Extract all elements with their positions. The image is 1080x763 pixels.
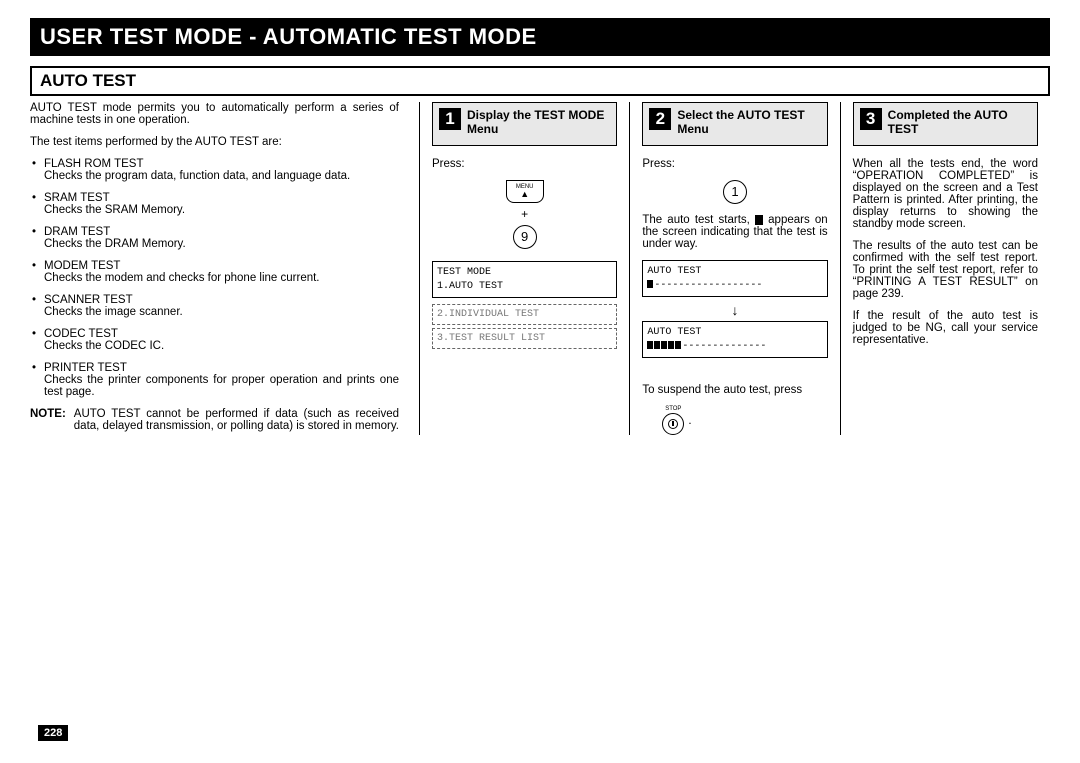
step-number: 3: [860, 108, 882, 130]
page-number: 228: [38, 725, 68, 741]
step-1-body: Press: MENU ▲ + 9 TEST MODE 1.AUTO TEST …: [432, 158, 617, 349]
step-2-column: 2 Select the AUTO TEST Menu Press: 1 The…: [630, 102, 840, 435]
note-body: AUTO TEST cannot be performed if data (s…: [74, 408, 399, 432]
completion-paragraph-1: When all the tests end, the word “OPERAT…: [853, 158, 1038, 230]
period: .: [688, 415, 691, 427]
intro-paragraph-1: AUTO TEST mode permits you to automatica…: [30, 102, 399, 126]
test-desc: Checks the SRAM Memory.: [44, 204, 399, 216]
down-arrow-icon: ↓: [642, 303, 827, 317]
numeric-key-label: 9: [521, 229, 528, 244]
step-title: Select the AUTO TEST Menu: [677, 108, 820, 137]
section-heading-bar: AUTO TEST: [30, 66, 1050, 96]
page-title: USER TEST MODE - AUTOMATIC TEST MODE: [40, 24, 537, 49]
stop-key-label: STOP: [662, 406, 684, 412]
press-label: Press:: [432, 158, 617, 170]
completion-paragraph-3: If the result of the auto test is judged…: [853, 310, 1038, 346]
step-2-header: 2 Select the AUTO TEST Menu: [642, 102, 827, 146]
up-arrow-icon: ▲: [516, 190, 534, 199]
test-desc: Checks the CODEC IC.: [44, 340, 399, 352]
list-item: CODEC TEST Checks the CODEC IC.: [30, 328, 399, 352]
test-name: SRAM TEST: [44, 192, 399, 204]
test-name: SCANNER TEST: [44, 294, 399, 306]
progress-block-icon: [661, 341, 667, 349]
stop-button-icon: [662, 413, 684, 435]
menu-key-icon: MENU ▲: [506, 180, 544, 203]
test-desc: Checks the image scanner.: [44, 306, 399, 318]
step-title: Display the TEST MODE Menu: [467, 108, 610, 137]
press-label: Press:: [642, 158, 827, 170]
lcd-hidden-option: 2.INDIVIDUAL TEST: [432, 304, 617, 325]
step-1-column: 1 Display the TEST MODE Menu Press: MENU…: [420, 102, 630, 435]
plus-sign: +: [432, 207, 617, 221]
test-name: MODEM TEST: [44, 260, 399, 272]
cursor-block-icon: [647, 280, 653, 288]
progress-block-icon: [654, 341, 660, 349]
numeric-key-label: 1: [731, 184, 738, 199]
test-desc: Checks the modem and checks for phone li…: [44, 272, 399, 284]
step-3-column: 3 Completed the AUTO TEST When all the t…: [841, 102, 1050, 435]
note-block: NOTE: AUTO TEST cannot be performed if d…: [30, 408, 399, 432]
lcd-screen: AUTO TEST --------------: [642, 321, 827, 358]
left-column: AUTO TEST mode permits you to automatica…: [30, 102, 420, 435]
step-3-header: 3 Completed the AUTO TEST: [853, 102, 1038, 146]
list-item: MODEM TEST Checks the modem and checks f…: [30, 260, 399, 284]
key-sequence: 1: [642, 180, 827, 204]
test-item-list: FLASH ROM TEST Checks the program data, …: [30, 158, 399, 398]
numeric-key-9-icon: 9: [513, 225, 537, 249]
step-3-body: When all the tests end, the word “OPERAT…: [853, 158, 1038, 346]
step-1-header: 1 Display the TEST MODE Menu: [432, 102, 617, 146]
progress-block-icon: [668, 341, 674, 349]
list-item: FLASH ROM TEST Checks the program data, …: [30, 158, 399, 182]
numeric-key-1-icon: 1: [723, 180, 747, 204]
page-title-bar: USER TEST MODE - AUTOMATIC TEST MODE: [30, 18, 1050, 56]
test-desc: Checks the DRAM Memory.: [44, 238, 399, 250]
lcd-screen: AUTO TEST ------------------: [642, 260, 827, 297]
completion-paragraph-2: The results of the auto test can be conf…: [853, 240, 1038, 300]
step-number: 1: [439, 108, 461, 130]
step-number: 2: [649, 108, 671, 130]
intro-paragraph-2: The test items performed by the AUTO TES…: [30, 136, 399, 148]
key-sequence: MENU ▲ + 9: [432, 180, 617, 249]
test-name: FLASH ROM TEST: [44, 158, 399, 170]
step-2-body: Press: 1 The auto test starts, appears o…: [642, 158, 827, 435]
cursor-block-icon: [755, 215, 763, 225]
main-content: AUTO TEST mode permits you to automatica…: [30, 102, 1050, 435]
list-item: SCANNER TEST Checks the image scanner.: [30, 294, 399, 318]
test-name: DRAM TEST: [44, 226, 399, 238]
test-name: PRINTER TEST: [44, 362, 399, 374]
auto-test-start-text: The auto test starts, appears on the scr…: [642, 214, 827, 250]
list-item: DRAM TEST Checks the DRAM Memory.: [30, 226, 399, 250]
note-label: NOTE:: [30, 408, 66, 432]
list-item: PRINTER TEST Checks the printer componen…: [30, 362, 399, 398]
section-heading: AUTO TEST: [40, 71, 136, 90]
test-name: CODEC TEST: [44, 328, 399, 340]
test-desc: Checks the printer components for proper…: [44, 374, 399, 398]
suspend-text: To suspend the auto test, press: [642, 384, 827, 396]
lcd-screen: TEST MODE 1.AUTO TEST: [432, 261, 617, 298]
lcd-hidden-option: 3.TEST RESULT LIST: [432, 328, 617, 349]
steps-area: 1 Display the TEST MODE Menu Press: MENU…: [420, 102, 1050, 435]
test-desc: Checks the program data, function data, …: [44, 170, 399, 182]
progress-block-icon: [647, 341, 653, 349]
list-item: SRAM TEST Checks the SRAM Memory.: [30, 192, 399, 216]
step-title: Completed the AUTO TEST: [888, 108, 1031, 137]
progress-block-icon: [675, 341, 681, 349]
stop-key-row: STOP .: [662, 406, 827, 435]
stop-key-icon: STOP: [662, 406, 684, 435]
